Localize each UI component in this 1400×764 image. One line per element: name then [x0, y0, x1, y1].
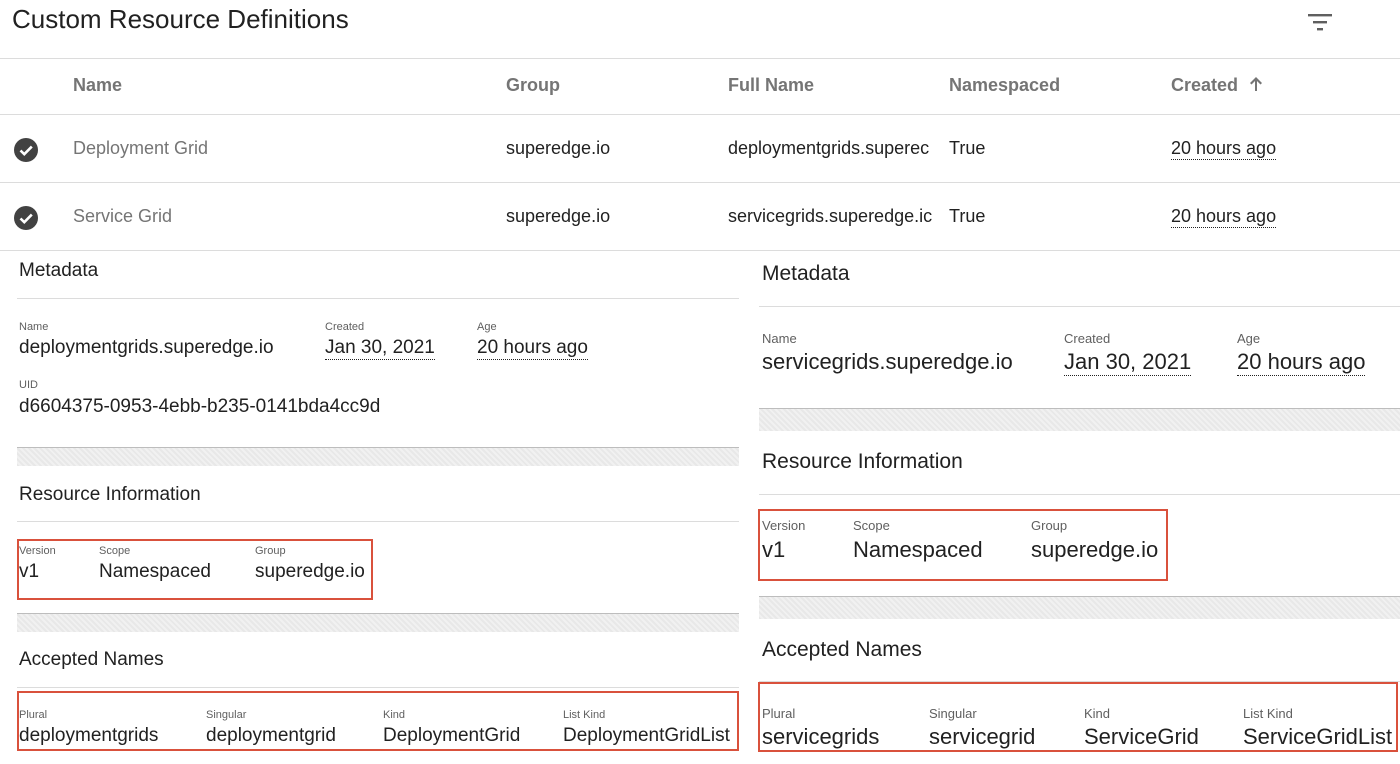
- section-separator: [17, 613, 739, 632]
- table-row-full-name: deploymentgrids.superec: [728, 138, 930, 158]
- column-header-full-name[interactable]: Full Name: [728, 75, 814, 96]
- accepted-kind: DeploymentGrid: [383, 725, 521, 746]
- table-row-created: 20 hours ago: [1171, 206, 1277, 228]
- table-row-namespaced: True: [949, 138, 986, 158]
- section-separator: [17, 447, 739, 466]
- accepted-kind-label: Kind: [1084, 706, 1111, 721]
- column-header-name[interactable]: Name: [73, 75, 122, 96]
- column-header-created-label: Created: [1171, 75, 1239, 95]
- metadata-name-label: Name: [19, 321, 49, 333]
- table-row-created: 20 hours ago: [1171, 138, 1277, 160]
- accepted-kind-label: Kind: [383, 709, 406, 721]
- resource-info-title: Resource Information: [762, 450, 963, 473]
- metadata-age: 20 hours ago: [1237, 349, 1366, 376]
- accepted-listkind-label: List Kind: [563, 709, 606, 721]
- accepted-names-title: Accepted Names: [19, 649, 164, 670]
- accepted-kind: ServiceGrid: [1084, 724, 1199, 749]
- metadata-created-label: Created: [325, 321, 365, 333]
- accepted-plural-label: Plural: [19, 709, 48, 721]
- resource-info-title: Resource Information: [19, 484, 201, 505]
- table-row-namespaced: True: [949, 206, 986, 226]
- check-circle-icon: [14, 206, 38, 230]
- resource-scope: Namespaced: [853, 537, 983, 562]
- resource-group-label: Group: [1031, 518, 1068, 533]
- table-row-group: superedge.io: [506, 206, 611, 226]
- table-row-group: superedge.io: [506, 138, 611, 158]
- resource-group: superedge.io: [255, 561, 365, 582]
- table-row-name[interactable]: Service Grid: [73, 206, 172, 227]
- resource-group-label: Group: [255, 545, 286, 557]
- accepted-singular: deploymentgrid: [206, 725, 336, 746]
- accepted-listkind: ServiceGridList: [1243, 724, 1393, 749]
- table-row-name[interactable]: Deployment Grid: [73, 138, 208, 159]
- section-separator: [759, 408, 1400, 431]
- metadata-uid: d6604375-0953-4ebb-b235-0141bda4cc9d: [19, 396, 381, 417]
- divider: [17, 521, 739, 522]
- page-title: Custom Resource Definitions: [12, 4, 349, 34]
- accepted-names-title: Accepted Names: [762, 638, 922, 661]
- metadata-age-label: Age: [1237, 331, 1261, 346]
- divider: [0, 250, 1400, 251]
- metadata-title: Metadata: [762, 262, 850, 285]
- filter-icon[interactable]: [1306, 10, 1334, 34]
- section-separator: [759, 596, 1400, 619]
- column-header-created[interactable]: Created: [1171, 75, 1263, 96]
- accepted-singular-label: Singular: [929, 706, 977, 721]
- metadata-title: Metadata: [19, 260, 99, 281]
- metadata-created-label: Created: [1064, 331, 1111, 346]
- accepted-listkind-label: List Kind: [1243, 706, 1293, 721]
- accepted-listkind: DeploymentGridList: [563, 725, 730, 746]
- divider: [0, 58, 1400, 59]
- resource-scope-label: Scope: [99, 545, 131, 557]
- metadata-created: Jan 30, 2021: [1064, 349, 1192, 376]
- accepted-plural: deploymentgrids: [19, 725, 159, 746]
- arrow-up-icon: [1250, 77, 1263, 91]
- metadata-created: Jan 30, 2021: [325, 337, 435, 360]
- check-circle-icon: [14, 138, 38, 162]
- metadata-age: 20 hours ago: [477, 337, 588, 360]
- divider: [17, 298, 739, 299]
- resource-scope: Namespaced: [99, 561, 211, 582]
- divider: [759, 306, 1400, 307]
- accepted-plural-label: Plural: [762, 706, 796, 721]
- column-header-namespaced[interactable]: Namespaced: [949, 75, 1060, 96]
- metadata-name-label: Name: [762, 331, 797, 346]
- column-header-group[interactable]: Group: [506, 75, 560, 96]
- resource-version-label: Version: [19, 545, 56, 557]
- metadata-name: deploymentgrids.superedge.io: [19, 337, 274, 358]
- table-row-full-name: servicegrids.superedge.ic: [728, 206, 933, 226]
- resource-group: superedge.io: [1031, 537, 1159, 562]
- metadata-uid-label: UID: [19, 379, 38, 391]
- resource-version: v1: [762, 537, 786, 562]
- accepted-singular-label: Singular: [206, 709, 247, 721]
- divider: [759, 494, 1400, 495]
- divider: [0, 182, 1400, 183]
- metadata-age-label: Age: [477, 321, 497, 333]
- accepted-plural: servicegrids: [762, 724, 880, 749]
- divider: [17, 687, 739, 688]
- metadata-name: servicegrids.superedge.io: [762, 349, 1013, 374]
- resource-version: v1: [19, 561, 40, 582]
- resource-version-label: Version: [762, 518, 806, 533]
- divider: [0, 114, 1400, 115]
- accepted-singular: servicegrid: [929, 724, 1036, 749]
- resource-scope-label: Scope: [853, 518, 890, 533]
